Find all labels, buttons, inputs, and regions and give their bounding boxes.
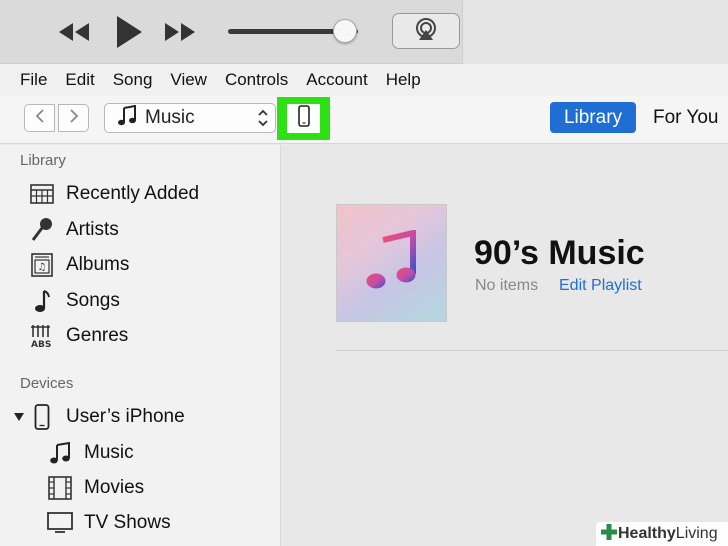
- playlist-artwork[interactable]: [336, 204, 447, 322]
- sidebar-item-recently-added[interactable]: Recently Added: [28, 180, 199, 208]
- sidebar-item-artists[interactable]: Artists: [28, 216, 119, 244]
- plus-icon: [600, 523, 618, 546]
- sidebar-item-device-music[interactable]: Music: [46, 439, 134, 467]
- sidebar-item-genres[interactable]: ABS Genres: [28, 322, 128, 350]
- film-icon: [46, 474, 74, 502]
- edit-playlist-link[interactable]: Edit Playlist: [559, 277, 642, 295]
- sidebar-item-label: Albums: [66, 254, 130, 275]
- library-heading: Library: [20, 152, 66, 169]
- playlist-item-count: No items: [475, 277, 539, 294]
- grid-icon: [28, 180, 56, 208]
- sidebar-item-label: Movies: [84, 477, 145, 498]
- watermark-logo: Healthy Living: [596, 522, 728, 546]
- forward-button[interactable]: [58, 104, 89, 132]
- media-kind-select[interactable]: Music: [104, 103, 276, 133]
- sidebar-item-device-tv-shows[interactable]: TV Shows: [46, 509, 171, 537]
- menu-controls[interactable]: Controls: [225, 70, 288, 90]
- sidebar-item-label: Artists: [66, 219, 119, 240]
- main-content: 90’s Music No items Edit Playlist: [282, 145, 728, 546]
- music-note-icon: [366, 228, 418, 297]
- sidebar-item-songs[interactable]: Songs: [28, 287, 120, 315]
- svg-text:♫: ♫: [38, 262, 47, 273]
- fast-forward-icon[interactable]: [162, 18, 198, 46]
- sidebar-item-label: Recently Added: [66, 183, 200, 204]
- playlist-title: 90’s Music: [474, 234, 645, 272]
- volume-knob[interactable]: [333, 19, 357, 43]
- menu-bar: File Edit Song View Controls Account Hel…: [0, 64, 728, 96]
- chevron-left-icon: [34, 108, 46, 129]
- devices-heading: Devices: [20, 375, 74, 392]
- music-note-icon: [28, 287, 56, 315]
- tab-for-you[interactable]: For You: [653, 107, 719, 129]
- toolbar: Music Library For You: [0, 96, 728, 144]
- menu-account[interactable]: Account: [306, 70, 367, 90]
- watermark-bold: Healthy: [618, 525, 676, 542]
- chevron-right-icon: [68, 108, 80, 129]
- device-button-inner: [287, 104, 320, 133]
- device-name: User’s iPhone: [66, 406, 185, 427]
- music-note-icon: [117, 104, 137, 132]
- sidebar-item-label: Music: [84, 442, 134, 463]
- player-bar: [0, 0, 728, 64]
- chevron-updown-icon: [257, 107, 269, 134]
- menu-file[interactable]: File: [20, 70, 47, 90]
- sidebar-item-device-movies[interactable]: Movies: [46, 474, 144, 502]
- menu-view[interactable]: View: [170, 70, 207, 90]
- sidebar: Library Recently Added Artists ♫ Albums …: [0, 145, 281, 546]
- genres-icon: ABS: [28, 322, 56, 350]
- menu-help[interactable]: Help: [386, 70, 421, 90]
- play-icon[interactable]: [112, 12, 146, 52]
- sidebar-item-albums[interactable]: ♫ Albums: [28, 251, 129, 279]
- disclosure-triangle-icon[interactable]: [14, 413, 24, 421]
- sidebar-item-label: TV Shows: [84, 512, 171, 533]
- music-note-icon: [46, 439, 74, 467]
- tab-library[interactable]: Library: [550, 102, 636, 133]
- divider: [336, 350, 728, 351]
- iphone-icon: [297, 105, 310, 132]
- media-kind-label: Music: [145, 107, 195, 128]
- sidebar-item-device-iphone[interactable]: User’s iPhone: [28, 403, 185, 431]
- svg-text:ABS: ABS: [31, 340, 51, 349]
- airplay-button[interactable]: [392, 13, 460, 49]
- sidebar-item-label: Genres: [66, 325, 129, 346]
- airplay-icon: [413, 17, 439, 46]
- sidebar-item-label: Songs: [66, 290, 120, 311]
- player-display: [462, 0, 728, 64]
- rewind-icon[interactable]: [56, 18, 92, 46]
- microphone-icon: [28, 216, 56, 244]
- album-icon: ♫: [28, 251, 56, 279]
- menu-song[interactable]: Song: [113, 70, 153, 90]
- device-button[interactable]: [277, 97, 330, 140]
- back-button[interactable]: [24, 104, 55, 132]
- iphone-icon: [28, 403, 56, 431]
- menu-edit[interactable]: Edit: [65, 70, 94, 90]
- watermark-light: Living: [675, 525, 718, 542]
- tv-icon: [46, 509, 74, 537]
